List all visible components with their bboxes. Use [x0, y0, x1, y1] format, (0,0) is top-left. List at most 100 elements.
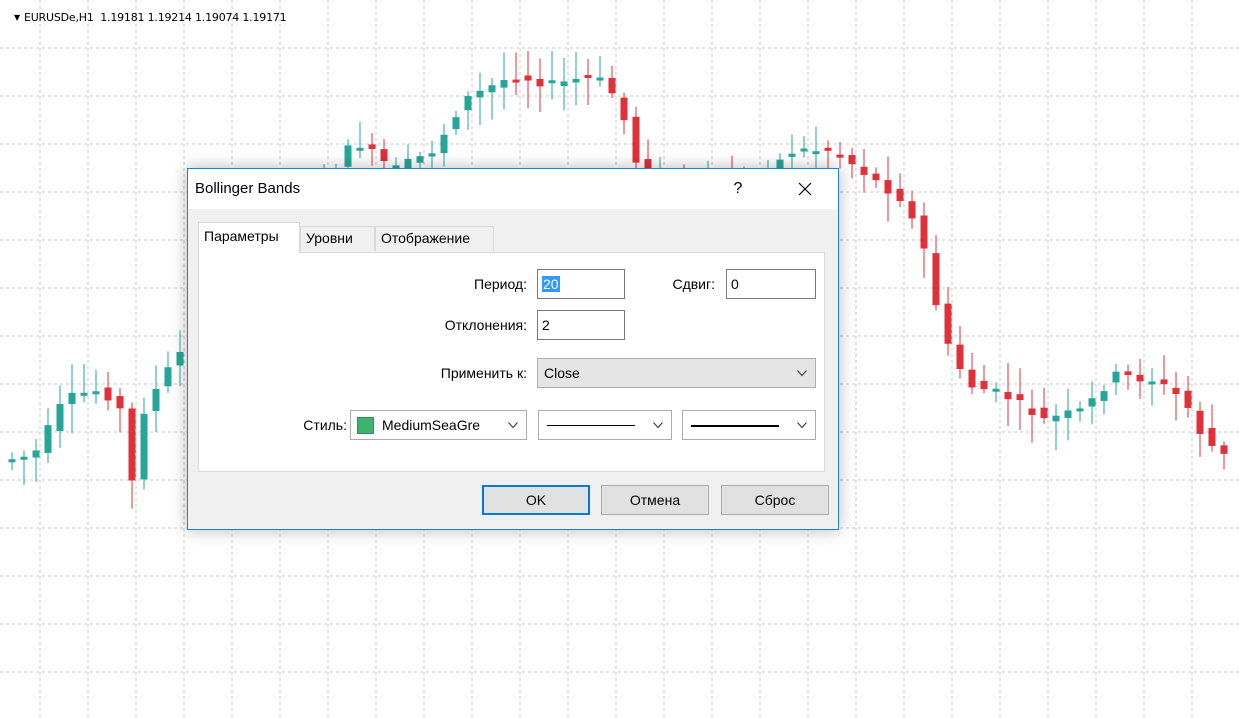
candle-bear	[932, 253, 940, 306]
close-button[interactable]	[790, 175, 820, 203]
candle-bear	[1160, 379, 1168, 385]
deviations-label: Отклонения:	[444, 317, 527, 333]
shift-value: 0	[731, 276, 739, 292]
period-input[interactable]: 20	[537, 269, 625, 299]
chart-symbol-label: ▼ EURUSDe,H1 1.19181 1.19214 1.19074 1.19…	[14, 11, 287, 24]
candle-bull	[68, 392, 76, 405]
shift-input[interactable]: 0	[726, 269, 816, 299]
candle-bull	[1148, 381, 1156, 385]
candle-bull	[20, 456, 28, 460]
candle-bear	[536, 78, 544, 87]
candle-bull	[428, 153, 436, 157]
line-width-preview	[691, 425, 779, 427]
chevron-down-icon	[797, 422, 807, 429]
candle-bear	[968, 369, 976, 388]
candle-bull	[8, 459, 16, 463]
chevron-down-icon	[797, 370, 807, 377]
dialog-title: Bollinger Bands	[195, 180, 301, 197]
candle-bull	[1100, 391, 1108, 401]
tab-display[interactable]: Отображение	[375, 226, 494, 251]
chart-symbol: EURUSDe,H1	[23, 11, 94, 24]
candle-bull	[416, 156, 424, 163]
candle-bear	[104, 387, 112, 401]
line-style-preview	[547, 425, 635, 426]
candle-bear	[380, 149, 388, 162]
candle-bear	[620, 97, 628, 121]
candle-bull	[80, 392, 88, 396]
deviations-value: 2	[542, 317, 550, 333]
candle-bull	[1076, 408, 1084, 412]
candle-bear	[848, 155, 856, 165]
candle-bear	[368, 144, 376, 150]
candle-bear	[836, 154, 844, 158]
apply-to-select[interactable]: Close	[537, 358, 816, 388]
candle-bear	[1016, 394, 1024, 401]
candle-bull	[452, 117, 460, 130]
candle-bull	[992, 388, 1000, 392]
color-swatch	[357, 417, 374, 434]
reset-button[interactable]: Сброс	[721, 485, 829, 515]
candle-bear	[824, 147, 832, 151]
chevron-down-icon	[508, 422, 518, 429]
candle-bear	[944, 303, 952, 344]
ok-button[interactable]: OK	[482, 485, 590, 515]
line-width-select[interactable]	[682, 410, 816, 440]
candle-bear	[1172, 387, 1180, 394]
apply-to-label: Применить к:	[440, 365, 527, 381]
deviations-input[interactable]: 2	[537, 310, 625, 340]
candle-bull	[1088, 398, 1096, 407]
candle-bull	[500, 79, 508, 88]
candle-bull	[176, 351, 184, 366]
candle-bull	[800, 148, 808, 152]
style-label: Стиль:	[303, 417, 347, 433]
candle-bear	[920, 215, 928, 249]
dropdown-triangle-icon[interactable]: ▼	[14, 13, 20, 22]
candle-bull	[812, 151, 820, 155]
candle-bull	[56, 403, 64, 432]
help-button[interactable]: ?	[724, 175, 752, 203]
candle-bear	[884, 180, 892, 194]
candle-bear	[116, 396, 124, 409]
candle-bear	[1040, 407, 1048, 419]
candle-bear	[1220, 445, 1228, 454]
period-value: 20	[542, 276, 560, 292]
candle-bull	[164, 367, 172, 387]
period-label: Период:	[474, 276, 527, 292]
candle-bear	[860, 166, 868, 175]
apply-to-value: Close	[544, 365, 580, 381]
candle-bull	[44, 425, 52, 453]
candle-bear	[980, 380, 988, 390]
candle-bull	[548, 80, 556, 84]
dialog-titlebar[interactable]: Bollinger Bands ?	[188, 169, 838, 209]
style-color-select[interactable]: MediumSeaGre	[350, 410, 527, 440]
candle-bull	[476, 90, 484, 98]
candle-bull	[1064, 410, 1072, 418]
candle-bear	[524, 75, 532, 81]
candle-bull	[344, 145, 352, 167]
tab-parameters[interactable]: Параметры	[198, 222, 300, 253]
candle-bear	[1208, 428, 1216, 446]
chevron-down-icon	[653, 422, 663, 429]
candle-bear	[956, 344, 964, 370]
candle-bear	[584, 75, 592, 79]
candle-bear	[1196, 410, 1204, 434]
candle-bear	[1124, 371, 1132, 376]
candle-bear	[608, 78, 616, 94]
line-style-select[interactable]	[538, 410, 672, 440]
candle-bull	[572, 78, 580, 83]
candle-bear	[896, 188, 904, 201]
candle-bull	[788, 153, 796, 157]
bollinger-bands-dialog: Bollinger Bands ? Параметры Уровни Отобр…	[187, 168, 839, 530]
close-icon	[798, 182, 812, 196]
tab-levels[interactable]: Уровни	[300, 226, 375, 251]
candle-bear	[512, 79, 520, 83]
parameters-panel: Период: 20 Сдвиг: 0 Отклонения: 2 Примен…	[198, 252, 825, 472]
candle-bull	[152, 389, 160, 412]
chart-ohlc: 1.19181 1.19214 1.19074 1.19171	[100, 11, 287, 24]
candle-bear	[908, 201, 916, 219]
cancel-button[interactable]: Отмена	[601, 485, 709, 515]
candle-bull	[596, 77, 604, 81]
shift-label: Сдвиг:	[672, 276, 715, 292]
candle-bull	[464, 96, 472, 111]
candle-bear	[1028, 408, 1036, 416]
